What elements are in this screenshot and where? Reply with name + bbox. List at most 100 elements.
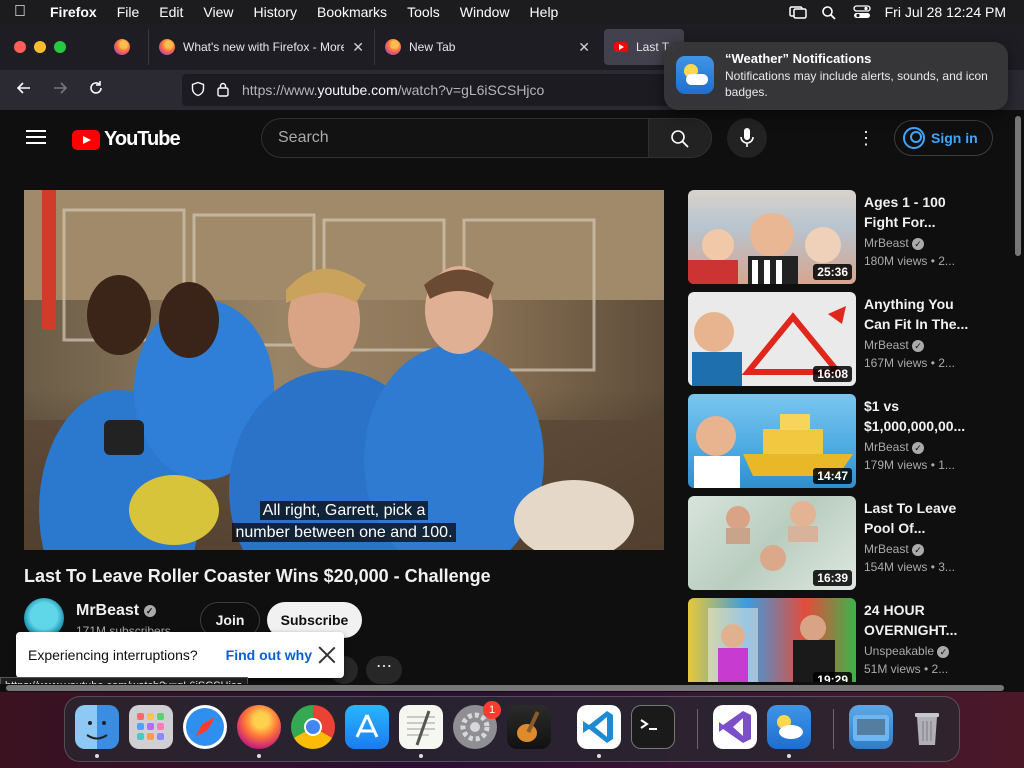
menu-app-firefox[interactable]: Firefox — [40, 4, 107, 20]
recommended-title[interactable]: 24 HOUR OVERNIGHT... — [864, 600, 974, 640]
back-button[interactable] — [6, 80, 42, 101]
garageband-icon[interactable] — [507, 705, 551, 749]
horizontal-scrollbar-thumb[interactable] — [6, 685, 1004, 691]
recommended-channel[interactable]: Unspeakable ✓ — [864, 644, 950, 658]
close-toast-icon[interactable] — [316, 644, 338, 666]
recommended-title[interactable]: $1 vs $1,000,000,00... — [864, 396, 974, 436]
launchpad-icon[interactable] — [129, 705, 173, 749]
menu-view[interactable]: View — [193, 4, 243, 20]
verified-badge-icon: ✓ — [937, 645, 950, 658]
video-duration: 14:47 — [813, 468, 852, 484]
menu-window[interactable]: Window — [450, 4, 520, 20]
youtube-logo[interactable]: YouTube — [72, 128, 181, 151]
recommended-channel[interactable]: MrBeast ✓ — [864, 440, 925, 454]
firefox-icon[interactable] — [237, 705, 281, 749]
menubar-clock[interactable]: Fri Jul 28 12:24 PM — [885, 4, 1006, 20]
menu-edit[interactable]: Edit — [149, 4, 193, 20]
vscode-running-dot — [597, 754, 601, 758]
menu-bookmarks[interactable]: Bookmarks — [307, 4, 397, 20]
vscode-icon[interactable] — [577, 705, 621, 749]
recommended-video[interactable]: 16:39 Last To Leave Pool Of... MrBeast ✓… — [688, 496, 988, 590]
thumbnail-lego-house-image — [708, 608, 835, 682]
close-window-button[interactable] — [14, 41, 26, 53]
menu-help[interactable]: Help — [520, 4, 569, 20]
more-options-icon[interactable]: ⋮ — [856, 128, 876, 148]
system-settings-icon[interactable]: 1 — [453, 701, 501, 749]
tab-new-tab[interactable]: New Tab ✕ — [374, 29, 600, 65]
channel-name[interactable]: MrBeast ✓ — [76, 602, 156, 620]
visual-studio-icon[interactable] — [713, 705, 757, 749]
youtube-wordmark: YouTube — [104, 128, 181, 150]
recommended-title[interactable]: Last To Leave Pool Of... — [864, 498, 974, 538]
close-tab-icon[interactable]: ✕ — [352, 39, 364, 56]
dock: 1 — [64, 696, 960, 762]
recommended-title[interactable]: Ages 1 - 100 Fight For... — [864, 192, 974, 232]
vertical-scrollbar-thumb[interactable] — [1015, 116, 1021, 256]
trash-icon[interactable] — [905, 705, 949, 749]
textedit-running-dot — [419, 754, 423, 758]
recommended-channel[interactable]: MrBeast ✓ — [864, 338, 925, 352]
recommended-video[interactable]: 16:08 Anything You Can Fit In The... MrB… — [688, 292, 988, 386]
interruption-toast: Experiencing interruptions? Find out why — [16, 632, 344, 678]
video-thumbnail[interactable]: 16:08 — [688, 292, 856, 386]
search-input[interactable]: Search — [261, 118, 649, 158]
terminal-icon[interactable] — [631, 705, 675, 749]
zoom-window-button[interactable] — [54, 41, 66, 53]
find-out-why-link[interactable]: Find out why — [226, 647, 312, 663]
tracking-protection-shield-icon[interactable] — [190, 81, 206, 100]
video-thumbnail[interactable]: 14:47 — [688, 394, 856, 488]
recommended-video[interactable]: 14:47 $1 vs $1,000,000,00... MrBeast ✓ 1… — [688, 394, 988, 488]
video-duration: 16:08 — [813, 366, 852, 382]
recommended-views: 179M views • 1... — [864, 458, 955, 472]
menu-tools[interactable]: Tools — [397, 4, 450, 20]
app-store-icon[interactable] — [345, 705, 389, 749]
textedit-icon[interactable] — [399, 705, 443, 749]
weather-notification[interactable]: “Weather” Notifications Notifications ma… — [664, 42, 1008, 110]
voice-search-button[interactable] — [727, 118, 767, 158]
recommended-channel[interactable]: MrBeast ✓ — [864, 236, 925, 250]
url-bar[interactable]: https://www.youtube.com/watch?v=gL6iSCSH… — [182, 74, 742, 106]
verified-badge-icon: ✓ — [912, 237, 925, 250]
chrome-icon[interactable] — [291, 705, 335, 749]
reload-button[interactable] — [78, 80, 114, 101]
hamburger-menu-icon[interactable] — [26, 130, 46, 144]
video-thumbnail[interactable]: 16:39 — [688, 496, 856, 590]
recommended-title[interactable]: Anything You Can Fit In The... — [864, 294, 974, 334]
vertical-scrollbar[interactable] — [1012, 110, 1024, 690]
menu-history[interactable]: History — [243, 4, 307, 20]
close-tab-icon[interactable]: ✕ — [578, 39, 590, 56]
apple-menu-icon[interactable]:  — [0, 3, 40, 21]
recommended-views: 180M views • 2... — [864, 254, 955, 268]
video-thumbnail[interactable]: 19:29 — [688, 598, 856, 682]
youtube-favicon-icon — [614, 42, 628, 52]
recommended-channel[interactable]: MrBeast ✓ — [864, 542, 925, 556]
minimize-window-button[interactable] — [34, 41, 46, 53]
dock-separator — [697, 709, 698, 749]
video-thumbnail[interactable]: 25:36 — [688, 190, 856, 284]
toast-message: Experiencing interruptions? — [28, 647, 198, 663]
url-prefix: https://www. — [242, 82, 318, 98]
video-player[interactable]: All right, Garrett, pick a number betwee… — [24, 190, 664, 550]
horizontal-scrollbar[interactable] — [0, 684, 1010, 692]
video-captions: All right, Garrett, pick a number betwee… — [24, 500, 664, 544]
pinned-tab[interactable] — [96, 39, 148, 55]
more-actions-button[interactable]: ⋯ — [366, 656, 402, 684]
url-text: https://www.youtube.com/watch?v=gL6iSCSH… — [242, 82, 544, 98]
control-center-icon[interactable] — [852, 5, 871, 19]
forward-button[interactable] — [42, 80, 78, 101]
recommended-video[interactable]: 25:36 Ages 1 - 100 Fight For... MrBeast … — [688, 190, 988, 284]
menu-file[interactable]: File — [107, 4, 150, 20]
sign-in-button[interactable]: Sign in — [894, 120, 993, 156]
search-button[interactable] — [648, 118, 712, 158]
spotlight-search-icon[interactable] — [821, 5, 839, 20]
recommended-video[interactable]: 19:29 24 HOUR OVERNIGHT... Unspeakable ✓… — [688, 598, 988, 682]
lock-icon[interactable] — [216, 81, 230, 100]
video-frame-scene — [24, 190, 664, 550]
tab-whats-new[interactable]: What's new with Firefox - More ✕ — [148, 29, 374, 65]
downloads-folder-icon[interactable] — [849, 705, 893, 749]
safari-icon[interactable] — [183, 705, 227, 749]
screen-mirroring-icon[interactable] — [788, 5, 807, 19]
weather-icon[interactable] — [767, 705, 811, 749]
recommended-channel-text: MrBeast — [864, 542, 909, 556]
finder-icon[interactable] — [75, 705, 119, 749]
